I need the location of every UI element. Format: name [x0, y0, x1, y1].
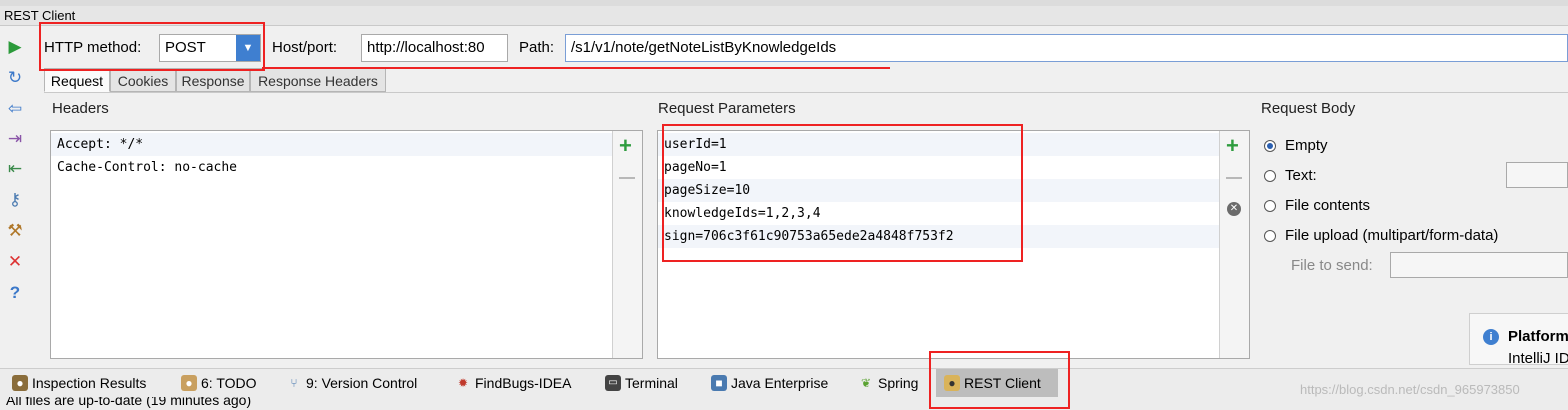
settings-icon[interactable]: ⚒ — [5, 221, 25, 241]
http-method-label: HTTP method: — [44, 39, 142, 56]
version-control-icon: ⑂ — [290, 376, 298, 390]
refresh-icon[interactable]: ↻ — [5, 68, 25, 88]
body-file-contents-label: File contents — [1285, 197, 1371, 214]
rest-client-icon: ● — [944, 375, 960, 391]
body-empty-label: Empty — [1285, 137, 1328, 154]
parameter-row[interactable]: userId=1 — [658, 133, 1249, 156]
http-method-value: POST — [165, 39, 206, 56]
path-input[interactable]: /s1/v1/note/getNoteListByKnowledgeIds — [565, 34, 1568, 62]
back-icon[interactable]: ⇦ — [5, 99, 25, 119]
info-icon: i — [1483, 329, 1499, 345]
file-to-send-input[interactable] — [1390, 252, 1568, 278]
request-parameters-list[interactable]: userId=1 pageNo=1 pageSize=10 knowledgeI… — [657, 130, 1250, 359]
bottom-tab-terminal[interactable]: ▭ Terminal — [605, 369, 678, 397]
body-text-label: Text: — [1285, 167, 1317, 184]
add-header-icon[interactable]: + — [619, 135, 632, 157]
watermark: https://blog.csdn.net/csdn_965973850 — [1300, 382, 1520, 397]
headers-list[interactable]: Accept: */* Cache-Control: no-cache + — [50, 130, 643, 359]
body-empty-radio[interactable] — [1264, 140, 1276, 152]
tab-response[interactable]: Response — [176, 68, 250, 92]
parameter-row[interactable]: sign=706c3f61c90753a65ede2a4848f753f2 — [658, 225, 1249, 248]
add-parameter-icon[interactable]: + — [1226, 135, 1239, 157]
remove-header-icon[interactable] — [619, 177, 635, 179]
notification-balloon[interactable]: i Platform IntelliJ ID — [1469, 313, 1568, 367]
parameter-row[interactable]: pageNo=1 — [658, 156, 1249, 179]
notification-title: Platform — [1508, 328, 1568, 345]
body-file-upload-label: File upload (multipart/form-data) — [1285, 227, 1499, 244]
close-icon[interactable]: ✕ — [5, 252, 25, 272]
inspector-icon: ● — [12, 375, 28, 391]
import-icon[interactable]: ⇤ — [5, 159, 25, 179]
path-label: Path: — [519, 39, 555, 56]
tab-request[interactable]: Request — [44, 68, 110, 92]
bottom-tab-rest-client[interactable]: ● REST Client — [936, 369, 1058, 397]
chevron-down-icon[interactable]: ▼ — [236, 35, 260, 61]
keys-icon[interactable]: ⚷ — [5, 190, 25, 210]
bottom-tab-inspection-results[interactable]: ● Inspection Results — [12, 369, 146, 397]
tab-response-headers[interactable]: Response Headers — [250, 68, 386, 92]
export-icon[interactable]: ⇥ — [5, 129, 25, 149]
header-row[interactable]: Cache-Control: no-cache — [51, 156, 642, 179]
body-file-contents-radio[interactable] — [1264, 200, 1276, 212]
todo-icon: ● — [181, 375, 197, 391]
status-bar: All files are up-to-date (19 minutes ago… — [0, 397, 1568, 410]
parameters-actions: + ✕ — [1219, 131, 1249, 358]
left-toolbar: ▶ ↻ ⇦ ⇥ ⇤ ⚷ ⚒ ✕ ? — [0, 30, 30, 330]
header-row[interactable]: Accept: */* — [51, 133, 642, 156]
request-body-title: Request Body — [1261, 100, 1356, 117]
host-port-label: Host/port: — [272, 39, 338, 56]
bottom-tab-spring[interactable]: ❦ Spring — [858, 369, 919, 397]
java-enterprise-icon: ■ — [711, 375, 727, 391]
tab-cookies[interactable]: Cookies — [110, 68, 176, 92]
rest-client-panel: HTTP method: POST ▼ Host/port: http://lo… — [44, 30, 1568, 367]
run-icon[interactable]: ▶ — [5, 37, 25, 57]
body-text-radio[interactable] — [1264, 170, 1276, 182]
bug-icon: ✹ — [457, 376, 469, 390]
body-text-input[interactable] — [1506, 162, 1568, 188]
bottom-tab-todo[interactable]: ● 6: TODO — [181, 369, 257, 397]
tool-window-title: REST Client — [0, 6, 1568, 26]
bottom-tab-java-enterprise[interactable]: ■ Java Enterprise — [711, 369, 828, 397]
parameter-row[interactable]: pageSize=10 — [658, 179, 1249, 202]
http-method-select[interactable]: POST ▼ — [159, 34, 261, 62]
help-icon[interactable]: ? — [5, 283, 25, 303]
status-text: All files are up-to-date (19 minutes ago… — [6, 397, 252, 408]
file-to-send-label: File to send: — [1291, 257, 1373, 274]
parameter-row[interactable]: knowledgeIds=1,2,3,4 — [658, 202, 1249, 225]
request-parameters-title: Request Parameters — [658, 100, 796, 117]
host-port-input[interactable]: http://localhost:80 — [361, 34, 508, 62]
bottom-tab-version-control[interactable]: ⑂ 9: Version Control — [286, 369, 417, 397]
bottom-tab-findbugs[interactable]: ✹ FindBugs-IDEA — [455, 369, 572, 397]
remove-parameter-icon[interactable] — [1226, 177, 1242, 179]
spring-icon: ❦ — [860, 376, 872, 390]
body-file-upload-radio[interactable] — [1264, 230, 1276, 242]
terminal-icon: ▭ — [605, 375, 621, 391]
notification-text: IntelliJ ID — [1508, 350, 1568, 367]
clear-parameters-icon[interactable]: ✕ — [1227, 202, 1241, 216]
headers-actions: + — [612, 131, 642, 358]
headers-title: Headers — [52, 100, 109, 117]
